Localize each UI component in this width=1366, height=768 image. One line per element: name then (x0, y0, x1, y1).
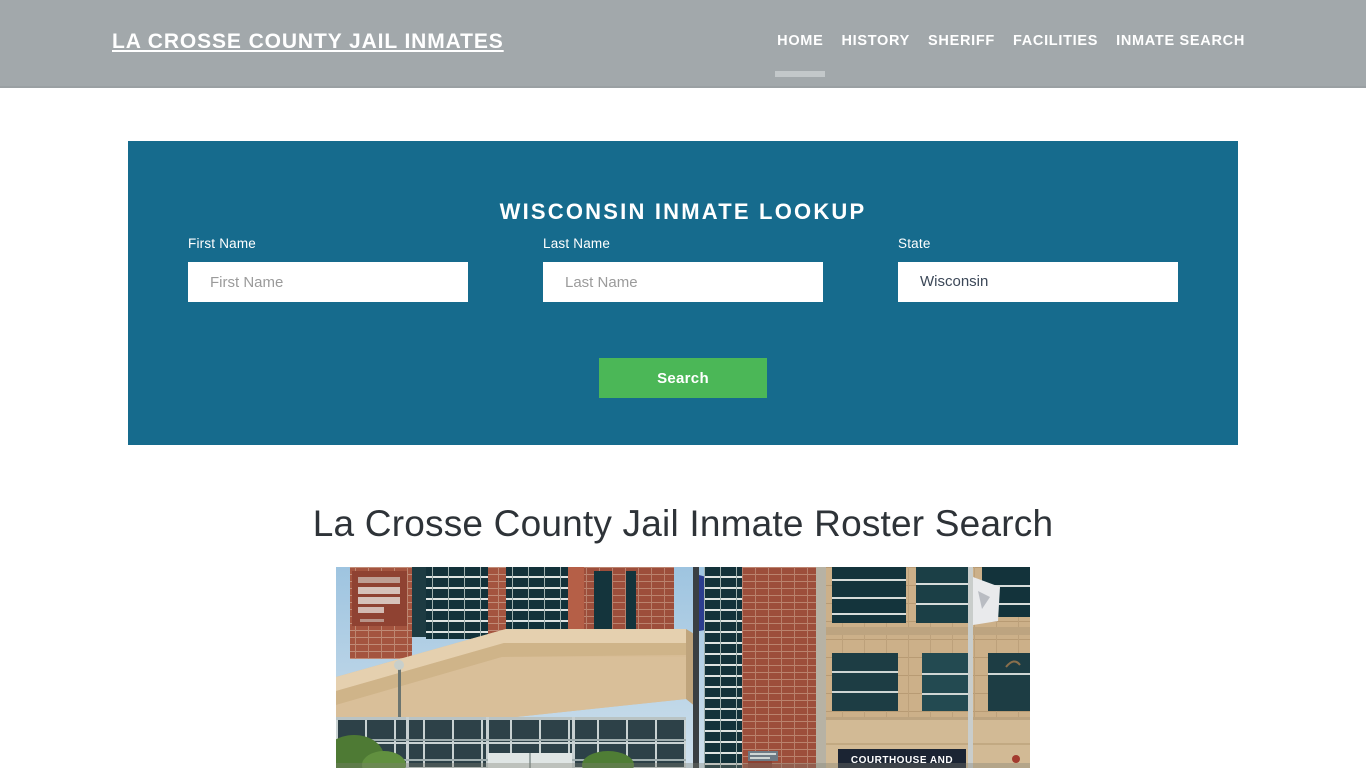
state-select[interactable]: Wisconsin (898, 262, 1178, 302)
site-header: LA CROSSE COUNTY JAIL INMATES HOME HISTO… (0, 0, 1366, 88)
site-brand[interactable]: LA CROSSE COUNTY JAIL INMATES (112, 30, 504, 54)
last-name-input[interactable] (543, 262, 823, 302)
courthouse-photo: COURTHOUSE AND (336, 567, 1030, 768)
page-title: La Crosse County Jail Inmate Roster Sear… (312, 503, 1054, 544)
first-name-input[interactable] (188, 262, 468, 302)
nav-item-history[interactable]: HISTORY (832, 33, 919, 49)
nav-item-home[interactable]: HOME (768, 33, 832, 49)
search-button[interactable]: Search (599, 358, 767, 398)
nav-item-facilities[interactable]: FACILITIES (1004, 33, 1107, 49)
lookup-panel-title: WISCONSIN INMATE LOOKUP (499, 199, 867, 225)
first-name-label: First Name (188, 236, 257, 251)
nav-item-inmate-search[interactable]: INMATE SEARCH (1107, 33, 1254, 49)
first-name-field-group: First Name (188, 236, 468, 302)
last-name-field-group: Last Name (543, 236, 823, 302)
state-field-group: State Wisconsin (898, 236, 1178, 302)
main-navigation: HOME HISTORY SHERIFF FACILITIES INMATE S… (768, 33, 1254, 49)
last-name-label: Last Name (543, 236, 611, 251)
inmate-lookup-panel: WISCONSIN INMATE LOOKUP First Name Last … (128, 141, 1238, 445)
nav-item-sheriff[interactable]: SHERIFF (919, 33, 1004, 49)
state-label: State (898, 236, 931, 251)
